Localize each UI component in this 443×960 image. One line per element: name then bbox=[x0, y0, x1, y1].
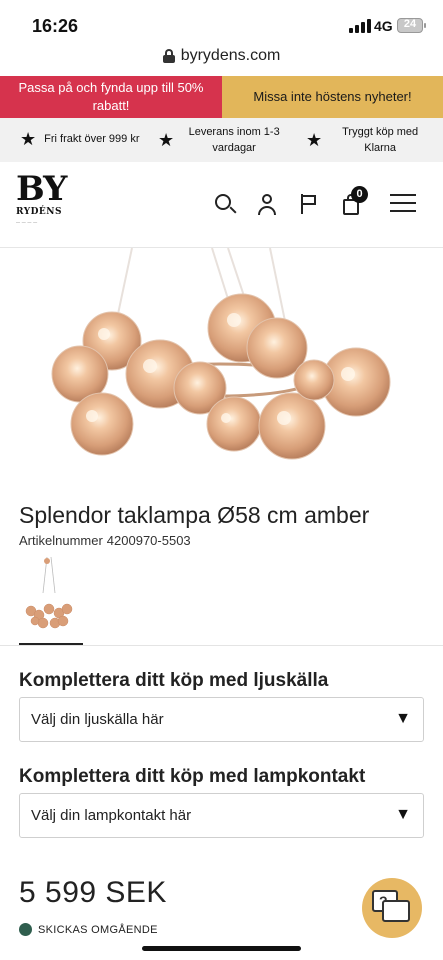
logo-mark: BY bbox=[16, 169, 67, 209]
url-text: byrydens.com bbox=[180, 47, 281, 64]
article-number-value: 4200970-5503 bbox=[106, 533, 191, 548]
battery-icon: 24 bbox=[397, 18, 426, 33]
home-indicator bbox=[142, 946, 301, 951]
addon-heading-light-source: Komplettera ditt köp med ljuskälla bbox=[19, 670, 329, 691]
logo-tagline: — — — — bbox=[16, 219, 38, 224]
article-number: Artikelnummer 4200970-5503 bbox=[19, 533, 191, 548]
usp-free-shipping: ★ Fri frakt över 999 kr bbox=[20, 130, 140, 148]
dropdown-arrow-icon: ▼ bbox=[395, 710, 411, 727]
user-icon[interactable] bbox=[255, 192, 279, 216]
usp-delivery: ★ Leverans inom 1-3 vardagar bbox=[158, 124, 286, 156]
product-price: 5 599 SEK bbox=[19, 876, 167, 909]
logo-wordmark: RYDÉNS bbox=[16, 207, 63, 217]
star-icon: ★ bbox=[20, 129, 37, 149]
chat-button[interactable]: ? bbox=[362, 878, 422, 938]
divider bbox=[0, 645, 443, 646]
lock-icon bbox=[162, 49, 175, 63]
flag-icon[interactable] bbox=[297, 192, 321, 216]
usp-row: ★ Fri frakt över 999 kr ★ Leverans inom … bbox=[0, 118, 443, 162]
site-header: BY RYDÉNS — — — — 0 bbox=[0, 162, 443, 248]
signal-icon bbox=[349, 19, 371, 33]
select-value: Välj din ljuskälla här bbox=[31, 711, 164, 728]
addon-heading-plug: Komplettera ditt köp med lampkontakt bbox=[19, 766, 366, 787]
stock-status: SKICKAS OMGÅENDE bbox=[19, 923, 158, 936]
usp-text: Tryggt köp med Klarna bbox=[342, 126, 419, 154]
network-label: 4G bbox=[374, 18, 393, 34]
usp-text: Fri frakt över 999 kr bbox=[44, 133, 140, 145]
status-time: 16:26 bbox=[32, 16, 79, 36]
product-title: Splendor taklampa Ø58 cm amber bbox=[19, 502, 370, 528]
usp-text: Leverans inom 1-3 vardagar bbox=[188, 126, 280, 154]
product-image[interactable] bbox=[0, 248, 443, 480]
plug-select[interactable]: Välj din lampkontakt här ▼ bbox=[19, 793, 424, 838]
product-thumbnail[interactable] bbox=[19, 553, 83, 637]
status-bar: 16:26 4G 24 bbox=[0, 0, 443, 44]
dropdown-arrow-icon: ▼ bbox=[395, 806, 411, 823]
stock-status-dot bbox=[19, 923, 32, 936]
star-icon: ★ bbox=[306, 130, 323, 150]
star-icon: ★ bbox=[158, 130, 175, 150]
address-bar[interactable]: byrydens.com bbox=[0, 44, 443, 74]
logo[interactable]: BY RYDÉNS — — — — bbox=[16, 169, 67, 236]
light-source-select[interactable]: Välj din ljuskälla här ▼ bbox=[19, 697, 424, 742]
menu-icon[interactable] bbox=[390, 192, 416, 214]
stock-status-text: SKICKAS OMGÅENDE bbox=[38, 923, 158, 936]
select-value: Välj din lampkontakt här bbox=[31, 807, 192, 824]
battery-level: 24 bbox=[403, 18, 417, 30]
promo-sale-banner[interactable]: Passa på och fynda upp till 50% rabatt! bbox=[0, 76, 222, 118]
usp-klarna: ★ Tryggt köp med Klarna bbox=[306, 124, 430, 156]
promo-news-banner[interactable]: Missa inte höstens nyheter! bbox=[222, 76, 443, 118]
cart-count-badge: 0 bbox=[351, 186, 368, 203]
article-label: Artikelnummer bbox=[19, 533, 103, 548]
search-icon[interactable] bbox=[213, 192, 237, 216]
